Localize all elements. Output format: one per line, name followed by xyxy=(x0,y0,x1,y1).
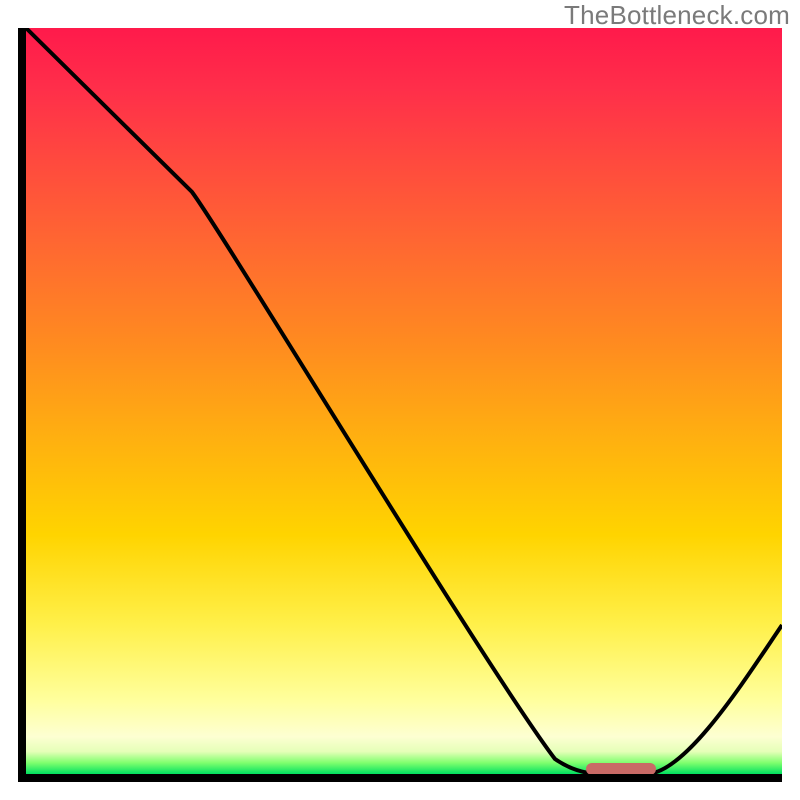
optimal-range-marker xyxy=(586,763,656,775)
plot-area xyxy=(18,28,782,782)
bottleneck-line xyxy=(26,28,782,774)
chart-container: TheBottleneck.com xyxy=(0,0,800,800)
watermark-text: TheBottleneck.com xyxy=(564,0,790,31)
